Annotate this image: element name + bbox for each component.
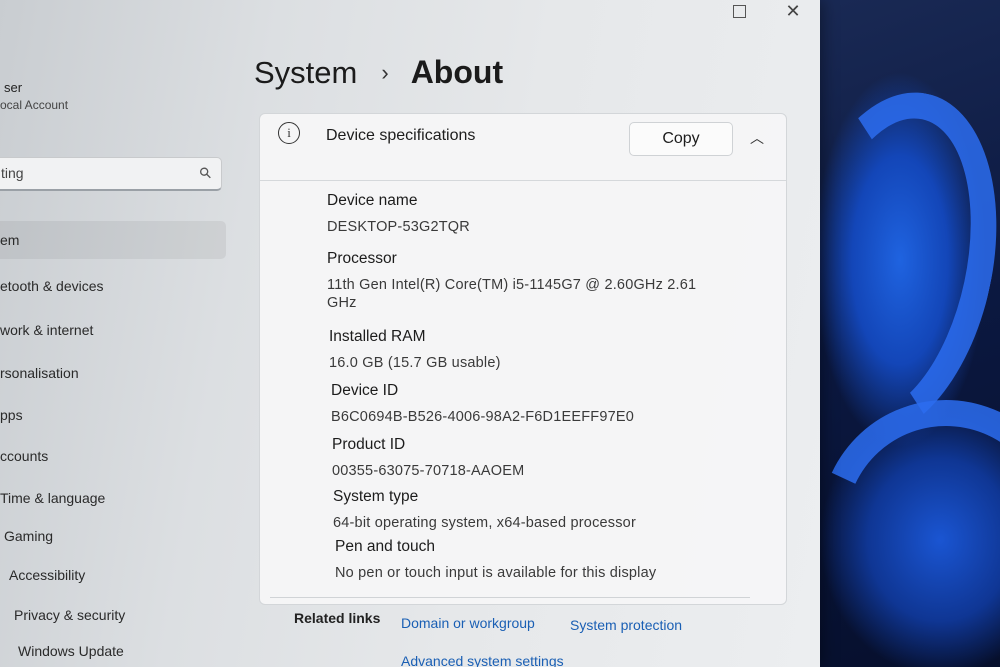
spec-label: Device name: [327, 192, 418, 209]
sidebar-item-label: etooth & devices: [0, 278, 104, 294]
sidebar-item-accessibility[interactable]: Accessibility: [3, 556, 85, 594]
sidebar-item-label: Accessibility: [9, 567, 86, 583]
card-title: Device specifications: [326, 127, 476, 144]
settings-window: ✕ ser ocal Account ⚲ em etooth & devices…: [0, 0, 820, 667]
spec-label: Pen and touch: [335, 538, 435, 555]
sidebar-item-label: Windows Update: [18, 643, 124, 659]
sidebar-item-time-language[interactable]: Time & language: [0, 479, 105, 517]
spec-system-type: System type 64-bit operating system, x64…: [333, 488, 636, 532]
spec-label: Processor: [327, 250, 397, 267]
sidebar-item-label: work & internet: [0, 322, 94, 338]
info-icon: i: [278, 122, 300, 144]
device-specifications-card: i Device specifications Copy ︿ Device na…: [259, 113, 787, 605]
sidebar-item-gaming[interactable]: Gaming: [0, 517, 53, 555]
sidebar-item-system[interactable]: em: [0, 221, 226, 259]
spec-processor: Processor 11th Gen Intel(R) Core(TM) i5-…: [327, 250, 727, 312]
sidebar-item-personalisation[interactable]: rsonalisation: [0, 354, 79, 392]
sidebar-item-label: Time & language: [0, 490, 106, 506]
close-icon: ✕: [785, 0, 801, 21]
breadcrumb-parent[interactable]: System: [254, 55, 357, 91]
sidebar-item-privacy-security[interactable]: Privacy & security: [8, 596, 125, 634]
spec-device-id: Device ID B6C0694B-B526-4006-98A2-F6D1EE…: [331, 382, 634, 426]
link-system-protection[interactable]: System protection: [570, 617, 682, 633]
sidebar-item-label: pps: [0, 407, 23, 423]
chevron-up-icon[interactable]: ︿: [750, 128, 764, 148]
sidebar-item-accounts[interactable]: ccounts: [0, 437, 48, 475]
chevron-right-icon: ›: [381, 59, 389, 85]
sidebar-item-bluetooth[interactable]: etooth & devices: [0, 267, 104, 305]
page-title: About: [410, 54, 504, 90]
close-button[interactable]: ✕: [770, 0, 816, 22]
sidebar-item-apps[interactable]: pps: [0, 396, 23, 434]
profile-account-type: ocal Account: [0, 98, 69, 112]
spec-pen-touch: Pen and touch No pen or touch input is a…: [335, 538, 656, 582]
sidebar-item-label: Gaming: [4, 528, 54, 544]
spec-value: 16.0 GB (15.7 GB usable): [329, 355, 501, 371]
link-advanced-system-settings[interactable]: Advanced system settings: [401, 653, 564, 667]
spec-label: Installed RAM: [329, 328, 426, 345]
spec-value: 11th Gen Intel(R) Core(TM) i5-1145G7 @ 2…: [327, 277, 697, 311]
spec-value: DESKTOP-53G2TQR: [327, 219, 470, 235]
sidebar-item-label: Privacy & security: [14, 607, 126, 623]
search-icon: ⚲: [195, 163, 216, 184]
spec-value: 64-bit operating system, x64-based proce…: [333, 515, 636, 531]
maximize-button[interactable]: [716, 0, 762, 22]
breadcrumb: System › About: [254, 54, 503, 91]
spec-value: 00355-63075-70718-AAOEM: [332, 463, 525, 479]
copy-button[interactable]: Copy: [629, 122, 733, 156]
spec-device-name: Device name DESKTOP-53G2TQR: [327, 192, 470, 236]
sidebar-item-label: rsonalisation: [0, 365, 79, 381]
card-header[interactable]: i Device specifications Copy ︿: [260, 114, 786, 181]
divider: [270, 597, 750, 598]
sidebar-item-windows-update[interactable]: Windows Update: [12, 632, 124, 667]
profile-name: ser: [4, 80, 23, 95]
spec-label: Product ID: [332, 436, 406, 453]
search-input[interactable]: [0, 164, 173, 182]
sidebar-item-network[interactable]: work & internet: [0, 311, 93, 349]
spec-installed-ram: Installed RAM 16.0 GB (15.7 GB usable): [329, 328, 501, 372]
related-links-label: Related links: [294, 610, 381, 626]
spec-product-id: Product ID 00355-63075-70718-AAOEM: [332, 436, 524, 480]
spec-label: Device ID: [331, 382, 399, 399]
search-box[interactable]: ⚲: [0, 157, 222, 191]
spec-label: System type: [333, 488, 419, 505]
link-domain-workgroup[interactable]: Domain or workgroup: [401, 615, 535, 631]
maximize-icon: [732, 4, 746, 18]
sidebar-item-label: ccounts: [0, 448, 49, 464]
sidebar-item-label: em: [0, 232, 20, 248]
spec-value: B6C0694B-B526-4006-98A2-F6D1EEFF97E0: [331, 409, 635, 425]
spec-value: No pen or touch input is available for t…: [335, 565, 657, 581]
